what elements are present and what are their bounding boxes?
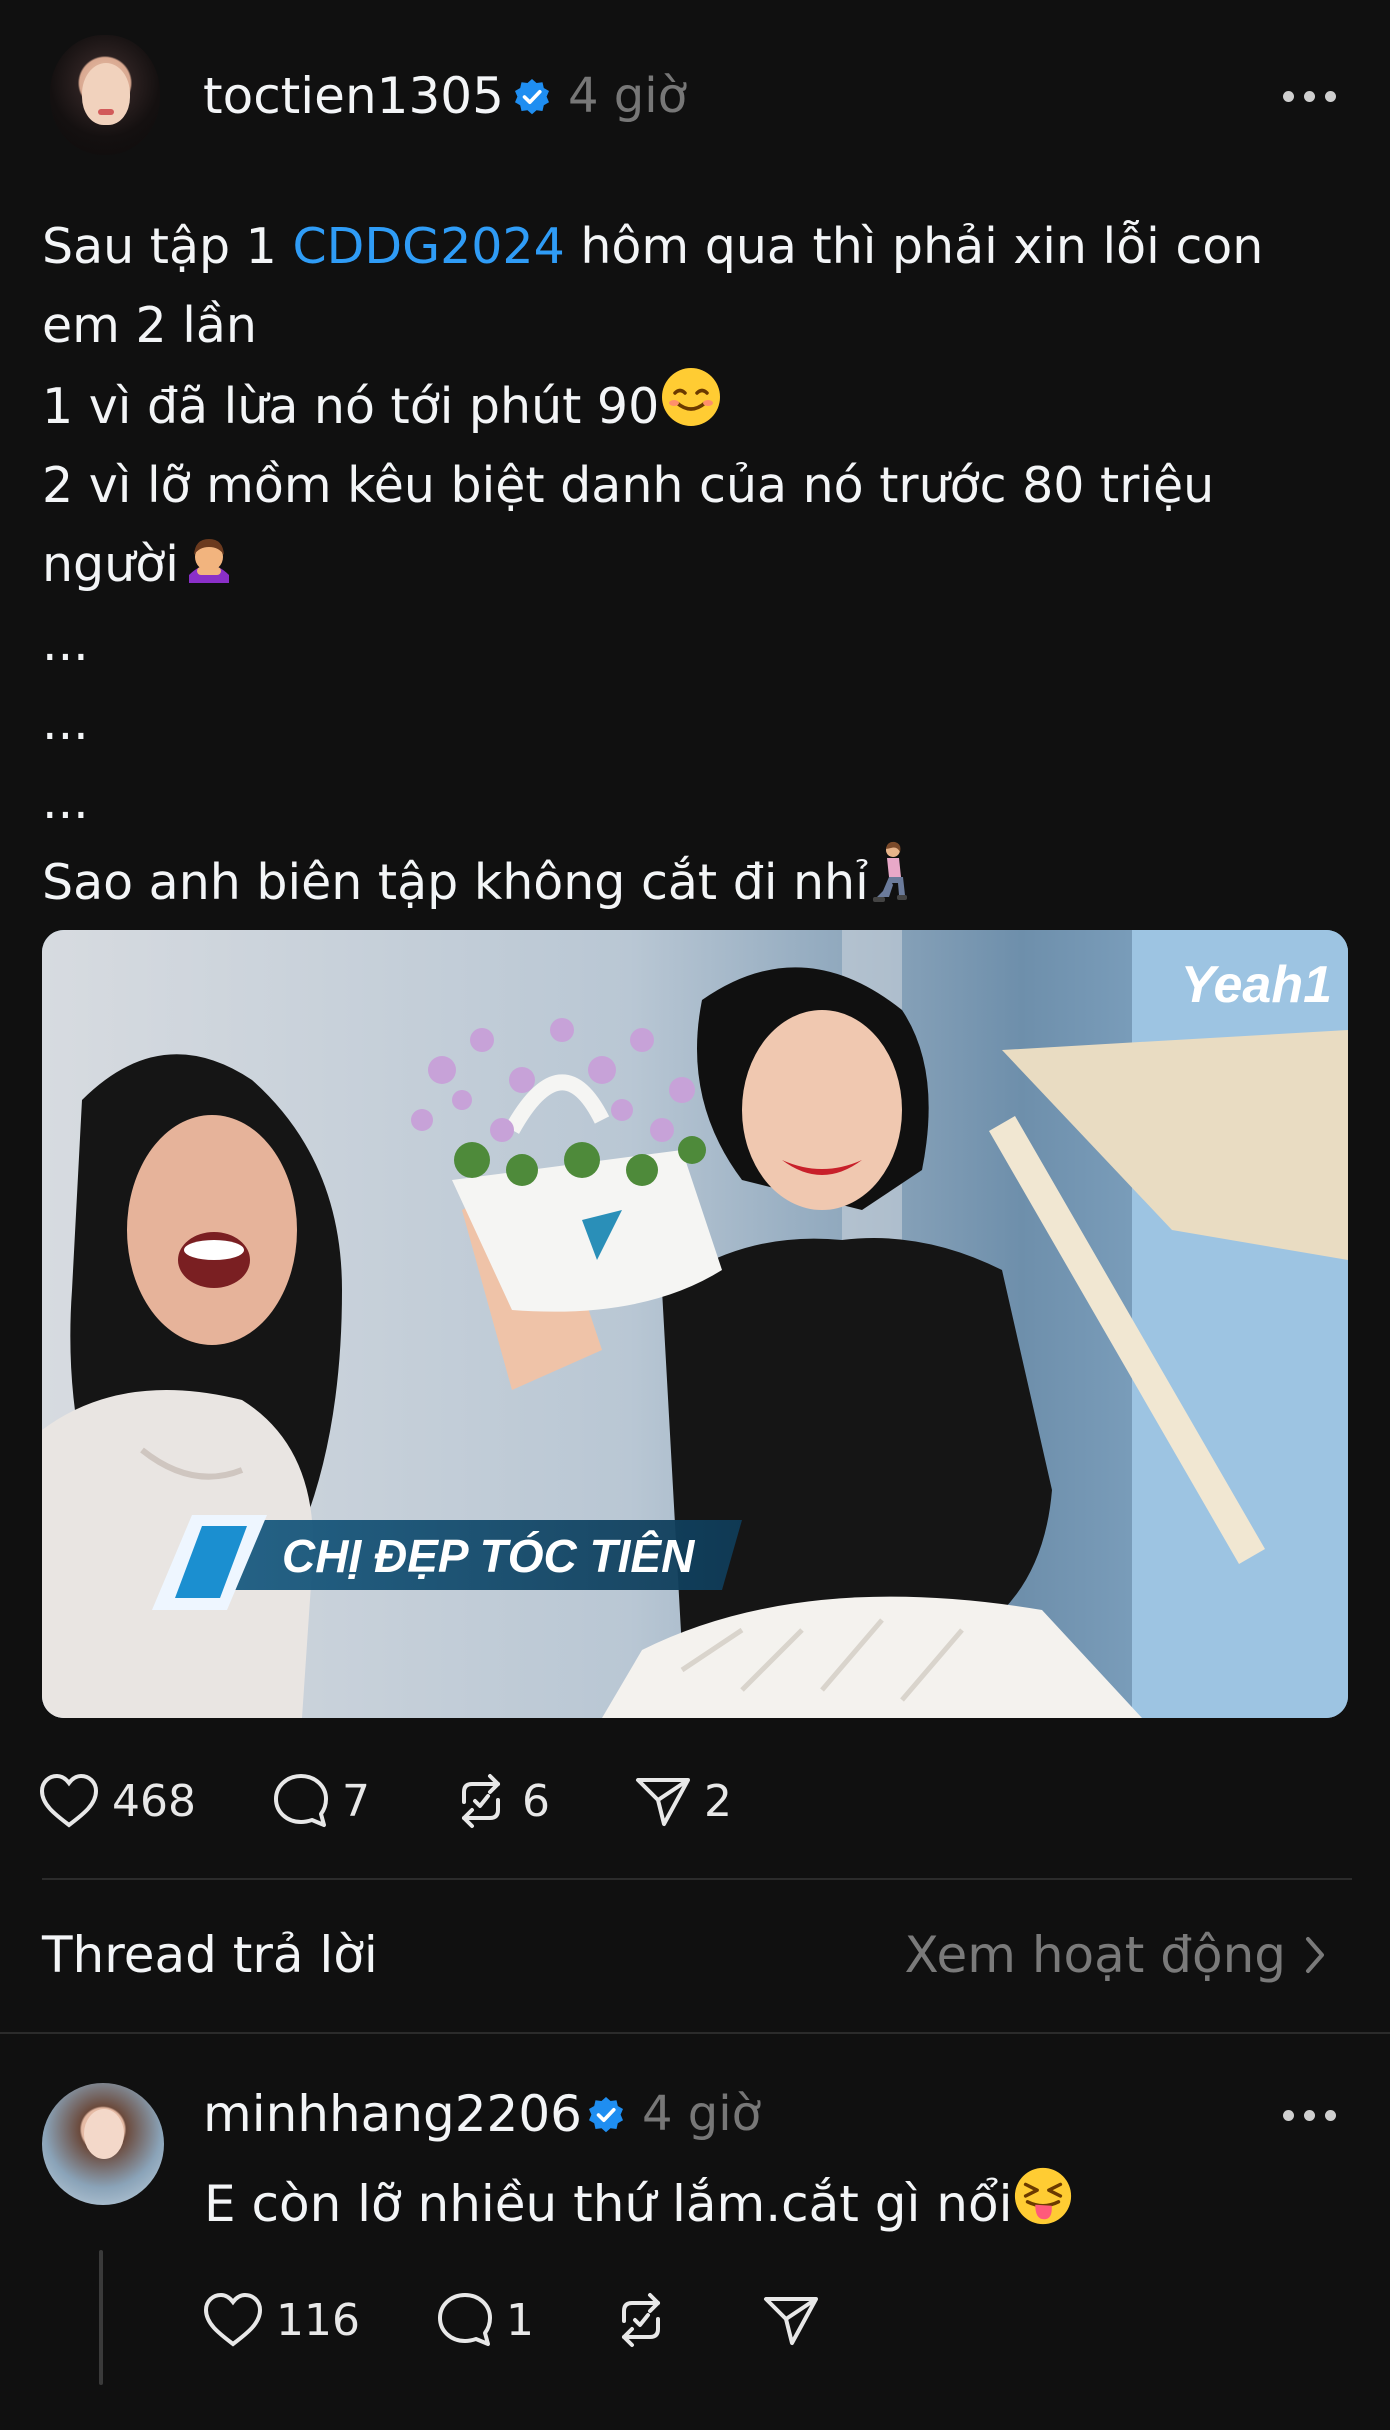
reply-like-count: 116 bbox=[276, 2294, 360, 2346]
post-time: 4 giờ bbox=[568, 68, 687, 124]
post-text-line-2: em 2 lần bbox=[42, 297, 257, 354]
author-avatar[interactable] bbox=[50, 35, 160, 155]
heart-icon bbox=[203, 2292, 263, 2347]
section-divider bbox=[0, 2032, 1390, 2034]
hashtag-link[interactable]: CDDG2024 bbox=[292, 218, 564, 275]
author-username[interactable]: toctien1305 bbox=[203, 66, 504, 126]
media-watermark: Yeah1 bbox=[1181, 956, 1332, 1014]
tv-screenshot-image: Yeah1 CHỊ ĐẸP TÓC TIÊN bbox=[42, 930, 1348, 1718]
comment-button[interactable]: 7 bbox=[272, 1766, 370, 1836]
repost-count: 6 bbox=[522, 1775, 550, 1827]
reply-time: 4 giờ bbox=[642, 2086, 761, 2142]
more-dots-icon[interactable] bbox=[1283, 91, 1339, 105]
post-text-line-3: 1 vì đã lừa nó tới phút 90 bbox=[42, 365, 1342, 446]
post-header: toctien1305 4 giờ bbox=[0, 0, 1390, 190]
view-activity-link[interactable]: Xem hoạt động bbox=[904, 1925, 1330, 1985]
like-count: 468 bbox=[112, 1775, 196, 1827]
post-text-line-8: ... bbox=[42, 773, 89, 830]
view-activity-label: Xem hoạt động bbox=[904, 1926, 1286, 1984]
repost-icon bbox=[622, 2293, 660, 2347]
heart-icon bbox=[39, 1773, 99, 1828]
post-image[interactable]: Yeah1 CHỊ ĐẸP TÓC TIÊN bbox=[42, 930, 1348, 1718]
post-body: Sau tập 1 CDDG2024 hôm qua thì phải xin … bbox=[42, 207, 1342, 922]
smiling-face-emoji-icon bbox=[662, 368, 721, 426]
media-caption: CHỊ ĐẸP TÓC TIÊN bbox=[282, 1530, 695, 1582]
chevron-right-icon bbox=[1306, 1937, 1324, 1973]
share-button[interactable]: 2 bbox=[634, 1766, 732, 1836]
reply-text: E còn lỡ nhiều thứ lắm.cắt gì nổi bbox=[204, 2175, 1013, 2233]
reply-share-button[interactable] bbox=[762, 2285, 820, 2355]
reply-comment-button[interactable]: 1 bbox=[436, 2285, 534, 2355]
reply-body: E còn lỡ nhiều thứ lắm.cắt gì nổi bbox=[204, 2165, 1074, 2237]
speech-bubble-icon bbox=[438, 2293, 492, 2346]
kneeling-woman-emoji-icon bbox=[872, 841, 907, 902]
verified-badge-icon bbox=[589, 2097, 623, 2133]
like-button[interactable]: 468 bbox=[38, 1766, 196, 1836]
send-icon bbox=[636, 1778, 690, 1826]
repost-button[interactable]: 6 bbox=[452, 1766, 550, 1836]
speech-bubble-icon bbox=[274, 1774, 328, 1827]
post-text-line-1: Sau tập 1 CDDG2024 hôm qua thì phải xin … bbox=[42, 218, 1264, 275]
post-text-line-6: ... bbox=[42, 615, 89, 672]
verified-badge-icon bbox=[515, 79, 549, 115]
post-text-line-4: 2 vì lỡ mồm kêu biệt danh của nó trước 8… bbox=[42, 457, 1215, 514]
reply-like-button[interactable]: 116 bbox=[202, 2285, 360, 2355]
more-dots-icon[interactable] bbox=[1283, 2110, 1339, 2124]
send-icon bbox=[764, 2297, 818, 2345]
post-text-line-7: ... bbox=[42, 694, 89, 751]
comment-count: 7 bbox=[342, 1775, 370, 1827]
post-text-line-9: Sao anh biên tập không cắt đi nhỉ bbox=[42, 841, 1342, 922]
divider bbox=[42, 1878, 1352, 1880]
reply-author-avatar[interactable] bbox=[42, 2083, 164, 2205]
repost-icon bbox=[462, 1774, 500, 1828]
reply-comment-count: 1 bbox=[506, 2294, 534, 2346]
bowing-woman-emoji-icon bbox=[188, 539, 229, 583]
replies-section-title: Thread trả lời bbox=[42, 1926, 378, 1984]
reply-author-username[interactable]: minhhang2206 bbox=[203, 2084, 582, 2144]
share-count: 2 bbox=[704, 1775, 732, 1827]
post-text-line-5: người bbox=[42, 525, 1342, 604]
reply-repost-button[interactable] bbox=[612, 2285, 670, 2355]
squinting-tongue-emoji-icon bbox=[1015, 2167, 1072, 2225]
thread-connector-line bbox=[99, 2250, 103, 2385]
